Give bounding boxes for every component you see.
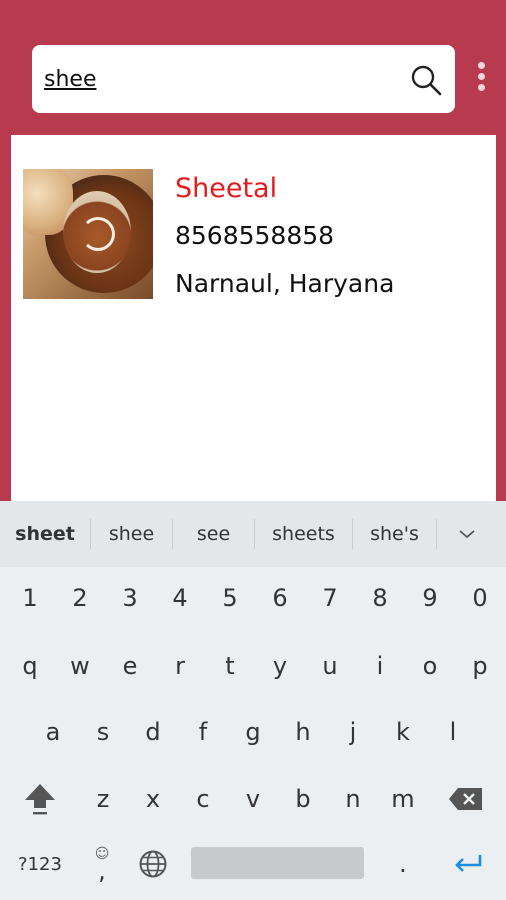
suggestion-item[interactable]: she's xyxy=(353,501,436,567)
key[interactable]: 3 xyxy=(105,565,155,631)
key[interactable]: y xyxy=(255,633,305,699)
result-item[interactable]: Sheetal 8568558858 Narnaul, Haryana xyxy=(23,169,483,299)
key[interactable]: 4 xyxy=(155,565,205,631)
key[interactable]: 0 xyxy=(455,565,505,631)
suggestion-item[interactable]: shee xyxy=(91,501,172,567)
letter-row-2: a s d f g h j k l xyxy=(0,699,506,765)
key[interactable]: t xyxy=(205,633,255,699)
key[interactable]: i xyxy=(355,633,405,699)
key[interactable]: k xyxy=(378,699,428,765)
letter-row-1: q w e r t y u i o p xyxy=(0,633,506,699)
symbols-key[interactable]: ?123 xyxy=(8,831,72,897)
key[interactable]: p xyxy=(455,633,505,699)
backspace-key[interactable] xyxy=(436,766,496,832)
key[interactable]: f xyxy=(178,699,228,765)
key[interactable]: c xyxy=(178,766,228,832)
key[interactable]: s xyxy=(78,699,128,765)
key[interactable]: a xyxy=(28,699,78,765)
space-key[interactable] xyxy=(191,847,364,879)
language-key[interactable] xyxy=(128,831,178,897)
shift-icon xyxy=(25,784,55,815)
key[interactable]: w xyxy=(55,633,105,699)
key[interactable]: 7 xyxy=(305,565,355,631)
soft-keyboard: sheet shee see sheets she's 1 2 3 4 5 6 … xyxy=(0,501,506,900)
number-row: 1 2 3 4 5 6 7 8 9 0 xyxy=(0,565,506,631)
key[interactable]: d xyxy=(128,699,178,765)
key[interactable]: m xyxy=(378,766,428,832)
key[interactable]: r xyxy=(155,633,205,699)
enter-key[interactable] xyxy=(440,831,496,897)
suggestion-item[interactable]: sheets xyxy=(255,501,352,567)
key[interactable]: 5 xyxy=(205,565,255,631)
result-location: Narnaul, Haryana xyxy=(175,269,395,298)
key[interactable]: u xyxy=(305,633,355,699)
key[interactable]: 6 xyxy=(255,565,305,631)
globe-icon xyxy=(139,850,167,878)
key[interactable]: q xyxy=(5,633,55,699)
letter-row-3: z x c v b n m xyxy=(0,766,506,832)
key[interactable]: n xyxy=(328,766,378,832)
key[interactable]: 9 xyxy=(405,565,455,631)
overflow-menu-icon[interactable] xyxy=(472,62,490,98)
key[interactable]: x xyxy=(128,766,178,832)
results-panel: Sheetal 8568558858 Narnaul, Haryana xyxy=(11,135,496,515)
key[interactable]: 2 xyxy=(55,565,105,631)
food-thumbnail xyxy=(23,169,153,299)
period-key[interactable]: . xyxy=(380,831,426,897)
comma-key[interactable]: ☺ , xyxy=(80,831,124,897)
key[interactable]: z xyxy=(78,766,128,832)
key[interactable]: 8 xyxy=(355,565,405,631)
search-icon[interactable] xyxy=(409,63,443,97)
search-input[interactable] xyxy=(44,61,404,97)
backspace-icon xyxy=(449,788,482,810)
enter-icon xyxy=(455,855,482,872)
key[interactable]: v xyxy=(228,766,278,832)
key[interactable]: o xyxy=(405,633,455,699)
chevron-down-icon[interactable] xyxy=(437,501,497,567)
key[interactable]: b xyxy=(278,766,328,832)
suggestion-item[interactable]: sheet xyxy=(0,501,90,567)
key[interactable]: j xyxy=(328,699,378,765)
key[interactable]: l xyxy=(428,699,478,765)
shift-key[interactable] xyxy=(10,766,70,832)
suggestion-strip: sheet shee see sheets she's xyxy=(0,501,506,567)
suggestion-item[interactable]: see xyxy=(173,501,254,567)
result-phone: 8568558858 xyxy=(175,221,335,250)
result-name: Sheetal xyxy=(175,173,278,204)
key[interactable]: e xyxy=(105,633,155,699)
key[interactable]: g xyxy=(228,699,278,765)
key[interactable]: h xyxy=(278,699,328,765)
key[interactable]: 1 xyxy=(5,565,55,631)
search-bar xyxy=(32,45,455,113)
